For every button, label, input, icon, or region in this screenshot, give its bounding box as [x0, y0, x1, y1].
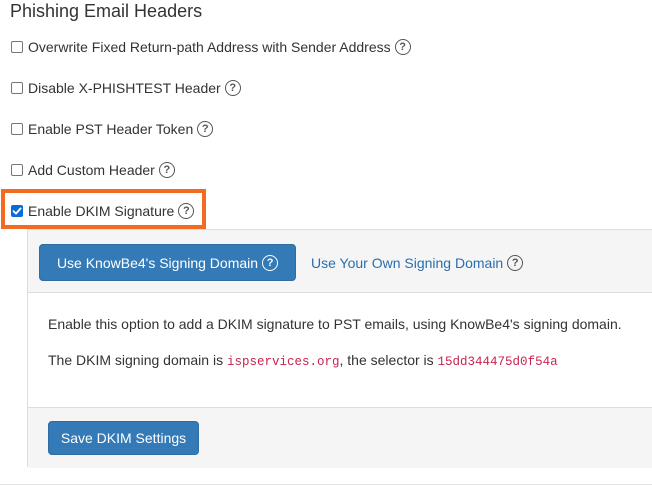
help-icon[interactable]: ?	[262, 254, 279, 271]
option-add-custom-header[interactable]: Add Custom Header ?	[11, 160, 175, 180]
section-title: Phishing Email Headers	[10, 1, 203, 21]
option-label: Disable X-PHISHTEST Header	[28, 80, 221, 96]
option-label: Enable PST Header Token	[28, 121, 194, 137]
selector-value: 15dd344475d0f54a	[437, 355, 558, 369]
help-icon[interactable]: ?	[394, 39, 411, 55]
signing-domain: ispservices.org	[226, 355, 340, 369]
option-label: Add Custom Header	[28, 162, 155, 178]
option-label: Overwrite Fixed Return-path Address with…	[28, 39, 391, 55]
dkim-footer: Save DKIM Settings	[28, 407, 652, 468]
dkim-description: Enable this option to add a DKIM signatu…	[48, 316, 622, 332]
option-disable-phishtest-header[interactable]: Disable X-PHISHTEST Header ?	[11, 78, 241, 98]
help-icon[interactable]: ?	[158, 162, 175, 178]
checkbox-checked[interactable]	[11, 205, 23, 217]
selector-prefix: , the selector is	[339, 352, 438, 368]
option-enable-pst-header-token[interactable]: Enable PST Header Token ?	[11, 119, 214, 139]
checkbox[interactable]	[11, 164, 23, 176]
option-enable-dkim-signature[interactable]: Enable DKIM Signature ?	[11, 201, 195, 221]
checkbox[interactable]	[11, 123, 23, 135]
option-overwrite-return-path[interactable]: Overwrite Fixed Return-path Address with…	[11, 37, 411, 57]
dkim-panel: Use KnowBe4's Signing Domain ? Use Your …	[27, 229, 652, 468]
checkbox[interactable]	[11, 41, 23, 53]
dkim-domain-line: The DKIM signing domain is ispservices.o…	[48, 352, 558, 369]
dkim-tabs: Use KnowBe4's Signing Domain ? Use Your …	[28, 230, 652, 293]
tab-label: Use KnowBe4's Signing Domain	[56, 254, 259, 271]
help-icon[interactable]: ?	[197, 121, 214, 137]
help-icon[interactable]: ?	[178, 203, 195, 219]
option-label: Enable DKIM Signature	[28, 203, 175, 219]
save-dkim-settings-button[interactable]: Save DKIM Settings	[48, 421, 199, 455]
divider	[0, 484, 652, 485]
help-icon[interactable]: ?	[224, 80, 241, 96]
tab-own-signing-domain[interactable]: Use Your Own Signing Domain ?	[311, 244, 524, 281]
checkbox[interactable]	[11, 82, 23, 94]
checkmark-icon	[12, 207, 22, 215]
domain-prefix: The DKIM signing domain is	[48, 352, 227, 368]
tab-label: Use Your Own Signing Domain	[311, 254, 504, 271]
help-icon[interactable]: ?	[507, 254, 524, 271]
tab-knowbe4-signing-domain[interactable]: Use KnowBe4's Signing Domain ?	[39, 244, 296, 281]
